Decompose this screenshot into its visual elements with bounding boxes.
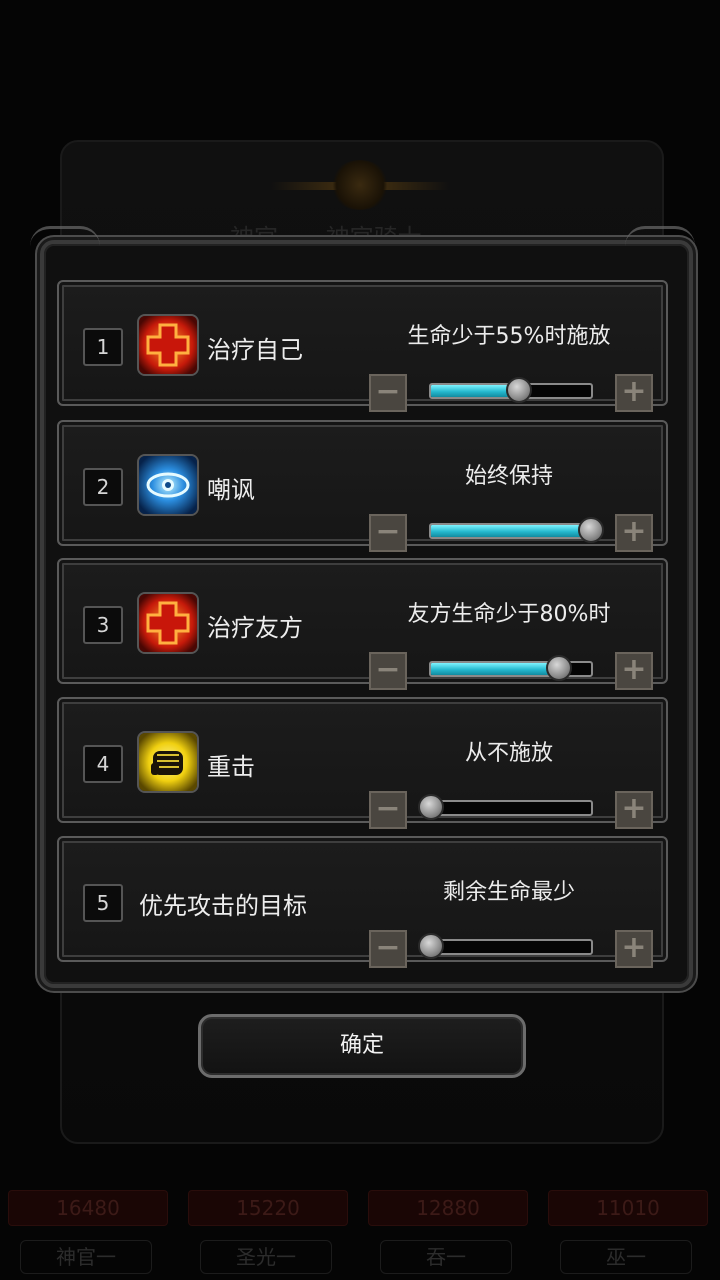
condition-slider[interactable] <box>429 523 593 539</box>
slider-knob[interactable] <box>418 933 444 959</box>
team-power: 15220 <box>188 1190 348 1226</box>
slider-fill <box>431 663 559 675</box>
decrease-button[interactable]: − <box>369 791 407 829</box>
decrease-button[interactable]: − <box>369 374 407 412</box>
condition-label: 剩余生命最少 <box>442 880 575 905</box>
skill-row: 3 治疗友方 友方生命少于80%时 − + <box>57 558 668 690</box>
decrease-button[interactable]: − <box>369 514 407 552</box>
team-power: 11010 <box>548 1190 708 1226</box>
team-name: 吞一 <box>380 1240 512 1274</box>
increase-button[interactable]: + <box>615 652 653 690</box>
condition-slider[interactable] <box>429 800 593 816</box>
skill-name: 优先攻击的目标 <box>139 892 307 920</box>
increase-button[interactable]: + <box>615 930 653 968</box>
target-priority-row: 5 优先攻击的目标 剩余生命最少 − + <box>57 836 668 968</box>
priority-number: 3 <box>83 606 123 644</box>
condition-label: 生命少于55%时施放 <box>407 324 611 349</box>
team-name: 巫一 <box>560 1240 692 1274</box>
team-power: 16480 <box>8 1190 168 1226</box>
frame-ornament-icon <box>625 226 695 255</box>
increase-button[interactable]: + <box>615 514 653 552</box>
skill-row: 2 嘲讽 始终保持 − + <box>57 420 668 552</box>
taunt-eye-icon <box>137 454 199 516</box>
team-bar: 16480 神官一 15220 圣光一 12880 吞一 11010 巫一 <box>0 1180 720 1280</box>
heal-cross-icon <box>137 592 199 654</box>
condition-label: 从不施放 <box>464 741 553 766</box>
heal-cross-icon <box>137 314 199 376</box>
skill-name: 重击 <box>207 753 255 781</box>
condition-label: 始终保持 <box>464 464 553 489</box>
frame-ornament-icon <box>30 226 100 255</box>
slider-knob[interactable] <box>418 794 444 820</box>
condition-slider[interactable] <box>429 939 593 955</box>
team-slot: 15220 圣光一 <box>180 1180 350 1280</box>
game-screen: 神官 神官骑士 16480 神官一 15220 圣光一 12880 吞一 110… <box>0 0 720 1280</box>
skill-row: 1 治疗自己 生命少于55%时施放 − + <box>57 280 668 412</box>
team-slot: 16480 神官一 <box>0 1180 170 1280</box>
skill-name: 嘲讽 <box>207 476 255 504</box>
class-emblem-icon <box>330 160 390 210</box>
priority-number: 4 <box>83 745 123 783</box>
slider-knob[interactable] <box>546 655 572 681</box>
condition-label: 友方生命少于80%时 <box>407 602 611 627</box>
slider-knob[interactable] <box>578 517 604 543</box>
confirm-button[interactable]: 确定 <box>198 1014 526 1078</box>
skill-name: 治疗友方 <box>207 614 303 642</box>
decrease-button[interactable]: − <box>369 930 407 968</box>
team-slot: 11010 巫一 <box>540 1180 710 1280</box>
priority-number: 5 <box>83 884 123 922</box>
slider-knob[interactable] <box>506 377 532 403</box>
decrease-button[interactable]: − <box>369 652 407 690</box>
priority-number: 1 <box>83 328 123 366</box>
skill-row: 4 重击 从不施放 − + <box>57 697 668 829</box>
team-name: 神官一 <box>20 1240 152 1274</box>
priority-number: 2 <box>83 468 123 506</box>
increase-button[interactable]: + <box>615 791 653 829</box>
slider-fill <box>431 525 591 537</box>
fist-strike-icon <box>137 731 199 793</box>
team-name: 圣光一 <box>200 1240 332 1274</box>
skill-name: 治疗自己 <box>207 336 303 364</box>
team-slot: 12880 吞一 <box>360 1180 530 1280</box>
increase-button[interactable]: + <box>615 374 653 412</box>
team-power: 12880 <box>368 1190 528 1226</box>
